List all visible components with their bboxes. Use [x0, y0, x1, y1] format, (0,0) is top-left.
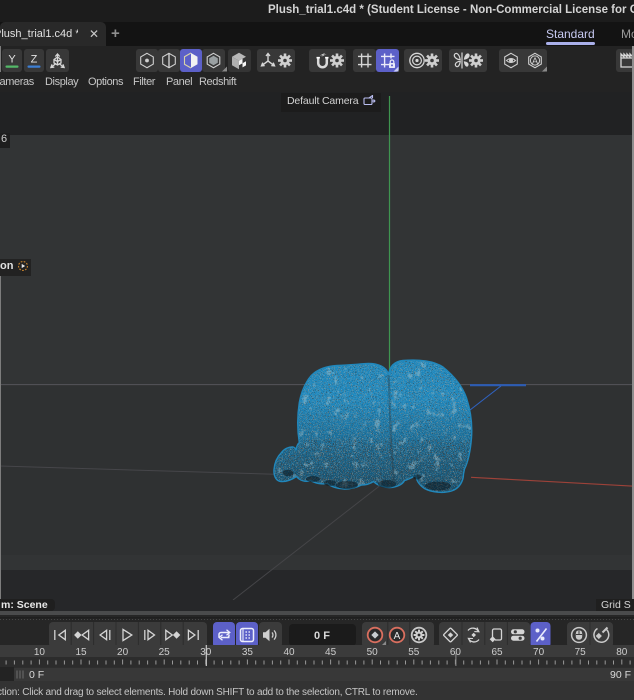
svg-text:80: 80 — [616, 647, 628, 658]
svg-text:0 F: 0 F — [29, 669, 44, 681]
svg-text:A: A — [532, 56, 538, 66]
svg-text:25: 25 — [159, 647, 171, 658]
svg-text:50: 50 — [367, 647, 379, 658]
svg-text:10: 10 — [34, 647, 46, 658]
svg-text:35: 35 — [242, 647, 254, 658]
svg-text:65: 65 — [491, 647, 503, 658]
svg-text:40: 40 — [283, 647, 295, 658]
svg-text:70: 70 — [533, 647, 545, 658]
svg-text:Y: Y — [8, 54, 16, 66]
svg-text:15: 15 — [75, 647, 87, 658]
svg-text:A: A — [394, 631, 401, 642]
svg-text:90 F: 90 F — [610, 669, 631, 681]
svg-text:20: 20 — [117, 647, 129, 658]
svg-text:45: 45 — [325, 647, 337, 658]
svg-text:55: 55 — [408, 647, 420, 658]
svg-text:Z: Z — [31, 54, 38, 66]
svg-text:75: 75 — [575, 647, 587, 658]
svg-text:0 F: 0 F — [314, 630, 330, 642]
